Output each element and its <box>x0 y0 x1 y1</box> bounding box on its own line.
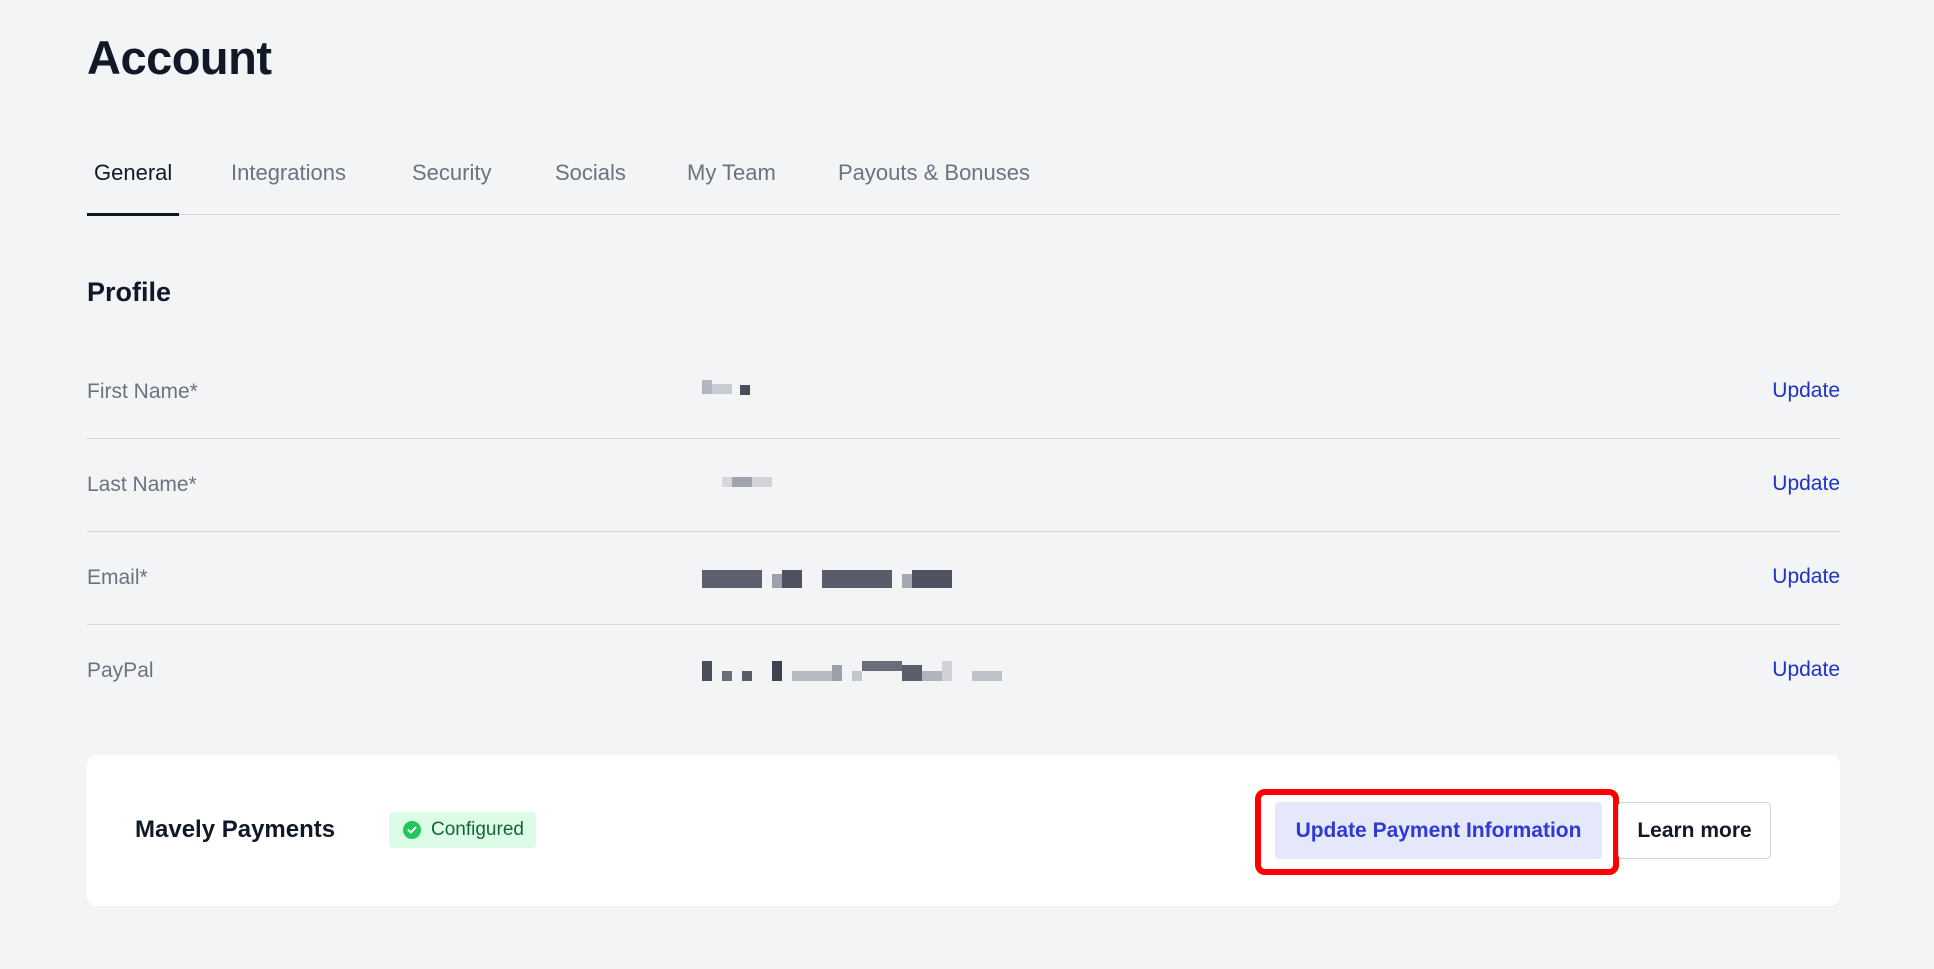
learn-more-button[interactable]: Learn more <box>1618 802 1771 859</box>
check-circle-icon <box>403 821 421 839</box>
last-name-value-redacted <box>702 467 1062 497</box>
first-name-row: First Name* Update <box>87 346 1840 439</box>
profile-section-title: Profile <box>87 277 172 307</box>
tab-payouts-bonuses[interactable]: Payouts & Bonuses <box>838 160 1030 215</box>
update-first-name-link[interactable]: Update <box>1772 379 1840 403</box>
last-name-row: Last Name* Update <box>87 439 1840 532</box>
status-badge: Configured <box>389 812 536 848</box>
account-tabs: General Integrations Security Socials My… <box>86 150 1840 216</box>
update-email-link[interactable]: Update <box>1772 565 1840 589</box>
status-text: Configured <box>431 819 524 840</box>
paypal-row: PayPal Update <box>87 625 1840 718</box>
email-value-redacted <box>702 560 1062 590</box>
payments-title: Mavely Payments <box>135 816 336 843</box>
mavely-payments-card: Mavely Payments Configured Update Paymen… <box>87 755 1840 906</box>
first-name-value-redacted <box>702 374 1062 404</box>
update-last-name-link[interactable]: Update <box>1772 472 1840 496</box>
paypal-value-redacted <box>702 653 1062 683</box>
paypal-label: PayPal <box>87 659 154 682</box>
tab-my-team[interactable]: My Team <box>687 160 776 215</box>
last-name-label: Last Name* <box>87 473 197 496</box>
email-row: Email* Update <box>87 532 1840 625</box>
tab-socials[interactable]: Socials <box>555 160 626 215</box>
tab-general[interactable]: General <box>86 160 180 216</box>
update-payment-information-button[interactable]: Update Payment Information <box>1275 802 1602 859</box>
first-name-label: First Name* <box>87 380 198 403</box>
tab-integrations[interactable]: Integrations <box>231 160 346 215</box>
page-title: Account <box>87 31 272 84</box>
email-label: Email* <box>87 566 148 589</box>
update-paypal-link[interactable]: Update <box>1772 658 1840 682</box>
tab-security[interactable]: Security <box>412 160 491 215</box>
